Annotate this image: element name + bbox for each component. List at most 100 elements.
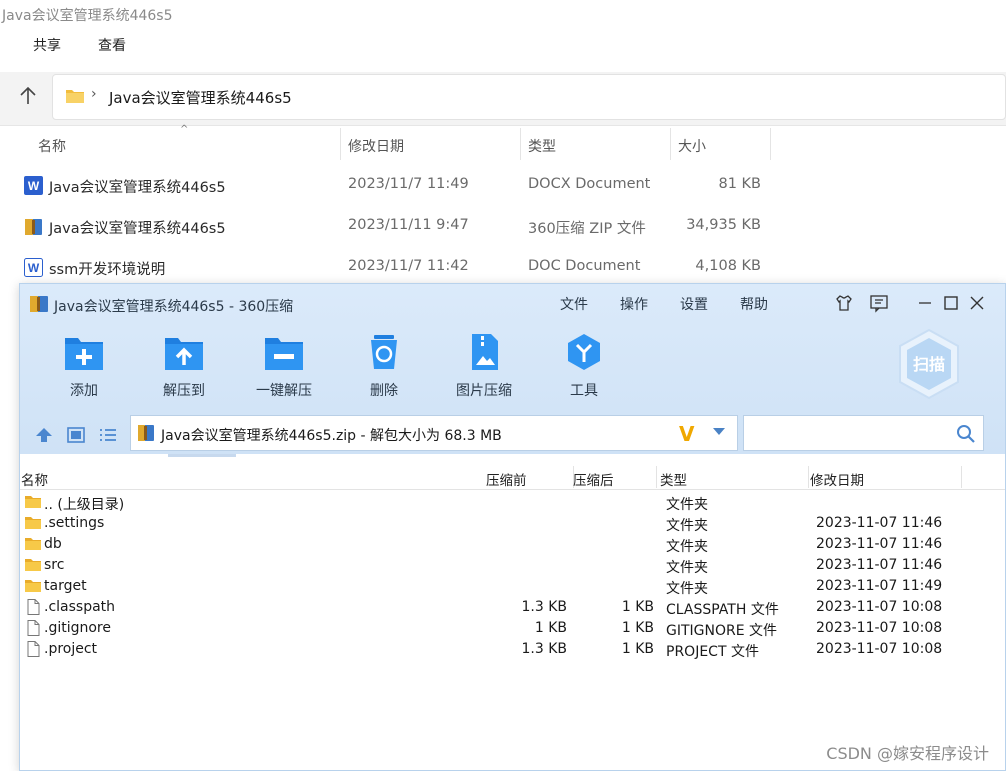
- column-size[interactable]: 大小: [678, 136, 706, 156]
- image-compress-button[interactable]: 图片压缩: [444, 332, 524, 402]
- file-row[interactable]: W Java会议室管理系统446s5 2023/11/7 11:49 DOCX …: [0, 166, 1006, 206]
- column-name[interactable]: 名称: [21, 469, 48, 489]
- entry-type: 文件夹: [666, 539, 708, 555]
- column-after[interactable]: 压缩后: [573, 469, 614, 489]
- archive-list-header: 名称 压缩前 压缩后 类型 修改日期: [20, 464, 1005, 490]
- feedback-icon[interactable]: [868, 292, 890, 314]
- entry-modified: 2023-11-07 10:08: [816, 599, 943, 615]
- delete-button[interactable]: 删除: [344, 332, 424, 402]
- word-doc-icon: W: [24, 258, 43, 277]
- entry-size-before: 1 KB: [534, 620, 567, 636]
- delete-label: 删除: [370, 383, 398, 399]
- chevron-right-icon: ›: [91, 86, 97, 102]
- file-modified: 2023/11/7 11:49: [348, 176, 469, 192]
- folder-icon: [25, 559, 41, 571]
- zip-window: Java会议室管理系统446s5 - 360压缩 文件 操作 设置 帮助 添加: [19, 283, 1006, 771]
- address-bar-area: › Java会议室管理系统446s5: [0, 72, 1006, 126]
- image-compress-label: 图片压缩: [456, 383, 512, 399]
- entry-type: GITIGNORE 文件: [666, 623, 778, 639]
- minimize-icon[interactable]: [914, 292, 936, 314]
- scrollbar-thumb[interactable]: [168, 454, 236, 457]
- file-name: Java会议室管理系统446s5: [49, 180, 226, 196]
- column-name[interactable]: 名称: [38, 136, 66, 156]
- column-before[interactable]: 压缩前: [486, 469, 527, 489]
- up-arrow-icon[interactable]: [16, 84, 40, 108]
- entry-modified: 2023-11-07 10:08: [816, 620, 943, 636]
- close-icon[interactable]: [966, 292, 988, 314]
- column-type[interactable]: 类型: [528, 136, 556, 156]
- add-folder-icon: [65, 338, 103, 370]
- entry-modified: 2023-11-07 10:08: [816, 641, 943, 657]
- v-badge-icon[interactable]: V: [679, 422, 694, 446]
- column-divider[interactable]: [670, 128, 671, 160]
- archive-path-field[interactable]: Java会议室管理系统446s5.zip - 解包大小为 68.3 MB V: [130, 415, 738, 451]
- entry-size-after: 1 KB: [621, 641, 654, 657]
- dropdown-arrow-icon[interactable]: [713, 428, 725, 435]
- maximize-icon[interactable]: [940, 292, 962, 314]
- add-button[interactable]: 添加: [44, 332, 124, 402]
- column-modified[interactable]: 修改日期: [348, 136, 404, 156]
- scan-shield-button[interactable]: 扫描: [896, 328, 962, 400]
- entry-name: .. (上级目录): [44, 497, 125, 513]
- recycle-bin-icon: [371, 335, 397, 369]
- thumbnail-view-icon[interactable]: [66, 426, 86, 444]
- file-type: DOC Document: [528, 258, 641, 274]
- menu-settings[interactable]: 设置: [680, 294, 708, 314]
- extract-folder-icon: [165, 338, 203, 370]
- scan-label: 扫描: [913, 355, 945, 374]
- file-row[interactable]: W ssm开发环境说明 2023/11/7 11:42 DOC Document…: [0, 248, 1006, 288]
- menu-help[interactable]: 帮助: [740, 294, 768, 314]
- archive-row[interactable]: src 文件夹 2023-11-07 11:46: [20, 555, 1005, 576]
- entry-type: 文件夹: [666, 581, 708, 597]
- column-modified[interactable]: 修改日期: [810, 469, 864, 489]
- file-icon: [27, 620, 40, 636]
- archive-row[interactable]: target 文件夹 2023-11-07 11:49: [20, 576, 1005, 597]
- zip-archive-icon: [25, 219, 42, 235]
- archive-row[interactable]: .classpath 1.3 KB 1 KB CLASSPATH 文件 2023-11-…: [20, 597, 1005, 618]
- tools-button[interactable]: 工具: [544, 332, 624, 402]
- up-level-icon[interactable]: [34, 426, 54, 444]
- file-row[interactable]: Java会议室管理系统446s5 2023/11/11 9:47 360压缩 Z…: [0, 207, 1006, 247]
- folder-icon: [25, 496, 41, 508]
- entry-name: target: [44, 578, 87, 594]
- entry-name: .project: [44, 641, 98, 657]
- entry-type: PROJECT 文件: [666, 644, 759, 660]
- search-input[interactable]: [743, 415, 984, 451]
- address-field[interactable]: › Java会议室管理系统446s5: [52, 74, 1006, 120]
- menu-share[interactable]: 共享: [33, 35, 61, 55]
- archive-row[interactable]: .. (上级目录) 文件夹: [20, 492, 1005, 513]
- one-click-extract-icon: [265, 338, 303, 370]
- skin-shirt-icon[interactable]: [833, 292, 855, 314]
- archive-row[interactable]: .gitignore 1 KB 1 KB GITIGNORE 文件 2023-11-07…: [20, 618, 1005, 639]
- archive-row[interactable]: .project 1.3 KB 1 KB PROJECT 文件 2023-11-07 1…: [20, 639, 1005, 660]
- one-click-extract-button[interactable]: 一键解压: [244, 332, 324, 402]
- entry-name: src: [44, 557, 65, 573]
- zip-titlebar-toolbar: Java会议室管理系统446s5 - 360压缩 文件 操作 设置 帮助 添加: [20, 284, 1005, 457]
- entry-type: 文件夹: [666, 497, 708, 513]
- archive-row[interactable]: db 文件夹 2023-11-07 11:46: [20, 534, 1005, 555]
- list-view-icon[interactable]: [98, 426, 118, 444]
- column-divider[interactable]: [520, 128, 521, 160]
- entry-type: 文件夹: [666, 560, 708, 576]
- entry-modified: 2023-11-07 11:49: [816, 578, 943, 594]
- entry-name: .gitignore: [44, 620, 111, 636]
- entry-modified: 2023-11-07 11:46: [816, 536, 943, 552]
- entry-size-before: 1.3 KB: [521, 641, 568, 657]
- archive-row[interactable]: .settings 文件夹 2023-11-07 11:46: [20, 513, 1005, 534]
- entry-type: CLASSPATH 文件: [666, 602, 779, 618]
- menu-file[interactable]: 文件: [560, 294, 588, 314]
- entry-size-after: 1 KB: [621, 620, 654, 636]
- archive-path-text: Java会议室管理系统446s5.zip - 解包大小为 68.3 MB: [161, 428, 502, 444]
- one-click-extract-label: 一键解压: [256, 383, 312, 399]
- search-icon[interactable]: [956, 424, 976, 444]
- column-divider[interactable]: [340, 128, 341, 160]
- menu-view[interactable]: 查看: [98, 35, 126, 55]
- menu-operation[interactable]: 操作: [620, 294, 648, 314]
- extract-to-label: 解压到: [163, 383, 205, 399]
- folder-icon: [66, 90, 84, 103]
- extract-to-button[interactable]: 解压到: [144, 332, 224, 402]
- watermark: CSDN @嫁安程序设计: [826, 744, 989, 763]
- column-type[interactable]: 类型: [660, 469, 687, 489]
- column-divider[interactable]: [770, 128, 771, 160]
- file-name: ssm开发环境说明: [49, 262, 166, 278]
